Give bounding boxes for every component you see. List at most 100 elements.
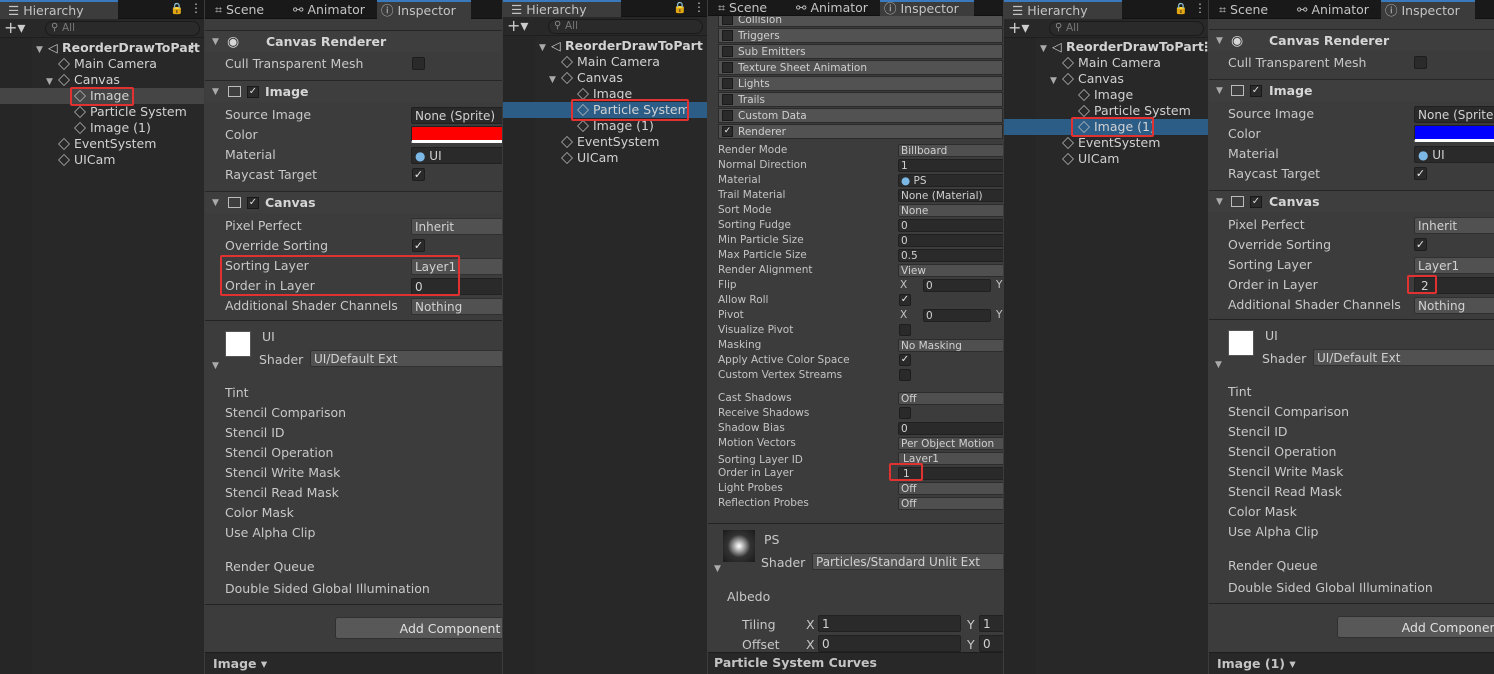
footer-label[interactable]: Image ▾	[213, 656, 267, 671]
tab-animator[interactable]: ⚯ Animator	[792, 0, 868, 16]
fold-arrow-icon[interactable]: ▼	[1216, 30, 1223, 52]
tree-item-canvas[interactable]: ▼ Canvas	[46, 72, 120, 88]
module-checkbox[interactable]	[722, 30, 733, 41]
tab-scene[interactable]: ⌗ Scene	[714, 0, 767, 16]
image-enabled-checkbox[interactable]: ✓	[1250, 85, 1262, 97]
canvas-renderer-header[interactable]: ▼ ◉ Canvas Renderer	[1209, 29, 1494, 51]
canvas-header[interactable]: ▼ ✓ Canvas	[1209, 190, 1494, 212]
module-row[interactable]: Custom Data	[718, 108, 1003, 123]
tree-item-uicam[interactable]: UICam	[58, 152, 115, 168]
tree-item-image-1[interactable]: Image (1)	[74, 120, 151, 136]
kebab-menu-icon[interactable]: ⋮	[186, 40, 199, 56]
tiling-x-field[interactable]: 1	[818, 615, 961, 632]
add-icon[interactable]: +▾	[507, 17, 528, 35]
flip-x-field[interactable]: 0	[923, 279, 991, 292]
image-header[interactable]: ▼ ✓ Image	[1209, 79, 1494, 101]
fold-arrow-icon[interactable]: ▼	[36, 42, 48, 58]
tab-hierarchy[interactable]: ☰ Hierarchy	[0, 0, 118, 19]
min-particle-field[interactable]: 0	[898, 234, 1003, 247]
tab-hierarchy[interactable]: ☰ Hierarchy	[503, 0, 621, 17]
tree-item-uicam[interactable]: UICam	[561, 150, 618, 166]
kebab-menu-icon[interactable]: ⋮	[693, 0, 705, 14]
tree-item-image[interactable]: Image	[1078, 87, 1133, 103]
lock-icon[interactable]: 🔒	[673, 1, 687, 14]
override-sorting-checkbox[interactable]: ✓	[412, 239, 425, 252]
order-in-layer-field[interactable]: 0	[411, 278, 502, 295]
module-row[interactable]: Lights	[718, 76, 1003, 91]
visualize-pivot-checkbox[interactable]	[899, 324, 911, 336]
tab-inspector[interactable]: ⓘ Inspector	[880, 0, 974, 16]
sorting-layer-dropdown[interactable]: Layer1	[411, 258, 502, 275]
shader-dropdown[interactable]: UI/Default Ext	[310, 350, 502, 367]
trail-material-field[interactable]: None (Material)	[898, 189, 1003, 202]
tree-item-event-system[interactable]: EventSystem	[561, 134, 659, 150]
masking-dropdown[interactable]: No Masking	[898, 339, 1003, 352]
tab-scene[interactable]: ⌗ Scene	[1215, 0, 1268, 19]
sorting-layer-id-dropdown[interactable]: Layer1	[898, 452, 1003, 465]
module-checkbox[interactable]	[722, 46, 733, 57]
module-checkbox[interactable]	[722, 78, 733, 89]
fold-arrow-icon[interactable]: ▼	[1040, 41, 1052, 57]
normal-direction-field[interactable]: 1	[898, 159, 1003, 172]
tab-animator[interactable]: ⚯ Animator	[1293, 0, 1369, 19]
order-in-layer-field[interactable]: 1	[898, 467, 1003, 480]
module-checkbox[interactable]	[722, 62, 733, 73]
shader-dropdown[interactable]: UI/Default Ext	[1313, 349, 1494, 366]
cast-shadows-dropdown[interactable]: Off	[898, 392, 1003, 405]
canvas-renderer-header[interactable]: ▼ ◉ Canvas Renderer	[205, 30, 502, 52]
add-icon[interactable]: +▾	[1008, 19, 1029, 37]
module-row[interactable]: Triggers	[718, 28, 1003, 43]
kebab-menu-icon[interactable]: ⋮	[1200, 39, 1208, 55]
module-checkbox[interactable]	[722, 94, 733, 105]
offset-y-field[interactable]: 0	[979, 635, 1003, 652]
tree-item-main-camera[interactable]: Main Camera	[58, 56, 157, 72]
raycast-checkbox[interactable]: ✓	[412, 168, 425, 181]
tiling-y-field[interactable]: 1	[979, 615, 1003, 632]
add-component-button[interactable]: Add Component	[1337, 616, 1494, 638]
motion-vectors-dropdown[interactable]: Per Object Motion	[898, 437, 1003, 450]
tab-inspector[interactable]: ⓘ Inspector	[1381, 0, 1475, 19]
module-row[interactable]: Sub Emitters	[718, 44, 1003, 59]
canvas-enabled-checkbox[interactable]: ✓	[247, 197, 259, 209]
tree-item-event-system[interactable]: EventSystem	[1062, 135, 1160, 151]
cull-checkbox[interactable]	[1414, 56, 1427, 69]
order-in-layer-field[interactable]: 2	[1414, 277, 1494, 294]
hierarchy-search-input[interactable]: All	[548, 19, 703, 34]
allow-roll-checkbox[interactable]: ✓	[899, 294, 911, 306]
material-field[interactable]: ● UI	[1414, 146, 1494, 163]
module-checkbox[interactable]	[722, 110, 733, 121]
lock-icon[interactable]: 🔒	[170, 2, 184, 15]
max-particle-field[interactable]: 0.5	[898, 249, 1003, 262]
fold-arrow-icon[interactable]: ▼	[212, 361, 219, 371]
sort-mode-dropdown[interactable]: None	[898, 204, 1003, 217]
module-row[interactable]: Trails	[718, 92, 1003, 107]
module-row[interactable]: ✓ Renderer	[718, 124, 1003, 139]
fold-arrow-icon[interactable]: ▼	[1216, 191, 1223, 213]
shader-dropdown[interactable]: Particles/Standard Unlit Ext	[812, 553, 1003, 570]
image-enabled-checkbox[interactable]: ✓	[247, 86, 259, 98]
module-checkbox[interactable]: ✓	[722, 126, 733, 137]
hierarchy-search-input[interactable]: All	[45, 21, 200, 36]
module-row[interactable]: Texture Sheet Animation	[718, 60, 1003, 75]
source-image-field[interactable]: None (Sprite)	[411, 107, 502, 124]
tree-item-particle-system[interactable]: Particle System	[1078, 103, 1191, 119]
pixel-perfect-dropdown[interactable]: Inherit	[1414, 217, 1494, 234]
add-icon[interactable]: +▾	[4, 19, 25, 37]
fold-arrow-icon[interactable]: ▼	[549, 72, 561, 88]
lock-icon[interactable]: 🔒	[1174, 2, 1188, 15]
reflection-probes-dropdown[interactable]: Off	[898, 497, 1003, 510]
fold-arrow-icon[interactable]: ▼	[714, 564, 721, 574]
tree-item-uicam[interactable]: UICam	[1062, 151, 1119, 167]
pixel-perfect-dropdown[interactable]: Inherit	[411, 218, 502, 235]
cull-checkbox[interactable]	[412, 57, 425, 70]
tree-item-canvas[interactable]: ▼ Canvas	[1050, 71, 1124, 87]
apply-acs-checkbox[interactable]: ✓	[899, 354, 911, 366]
kebab-menu-icon[interactable]: ⋮	[190, 1, 202, 15]
offset-x-field[interactable]: 0	[818, 635, 961, 652]
light-probes-dropdown[interactable]: Off	[898, 482, 1003, 495]
tree-item-root[interactable]: ▼ ◁ ReorderDrawToPart ⋮	[1040, 39, 1208, 55]
curves-bar[interactable]: Particle System Curves	[708, 652, 1003, 674]
custom-vs-checkbox[interactable]	[899, 369, 911, 381]
shader-channels-dropdown[interactable]: Nothing	[1414, 297, 1494, 314]
tree-item-event-system[interactable]: EventSystem	[58, 136, 156, 152]
